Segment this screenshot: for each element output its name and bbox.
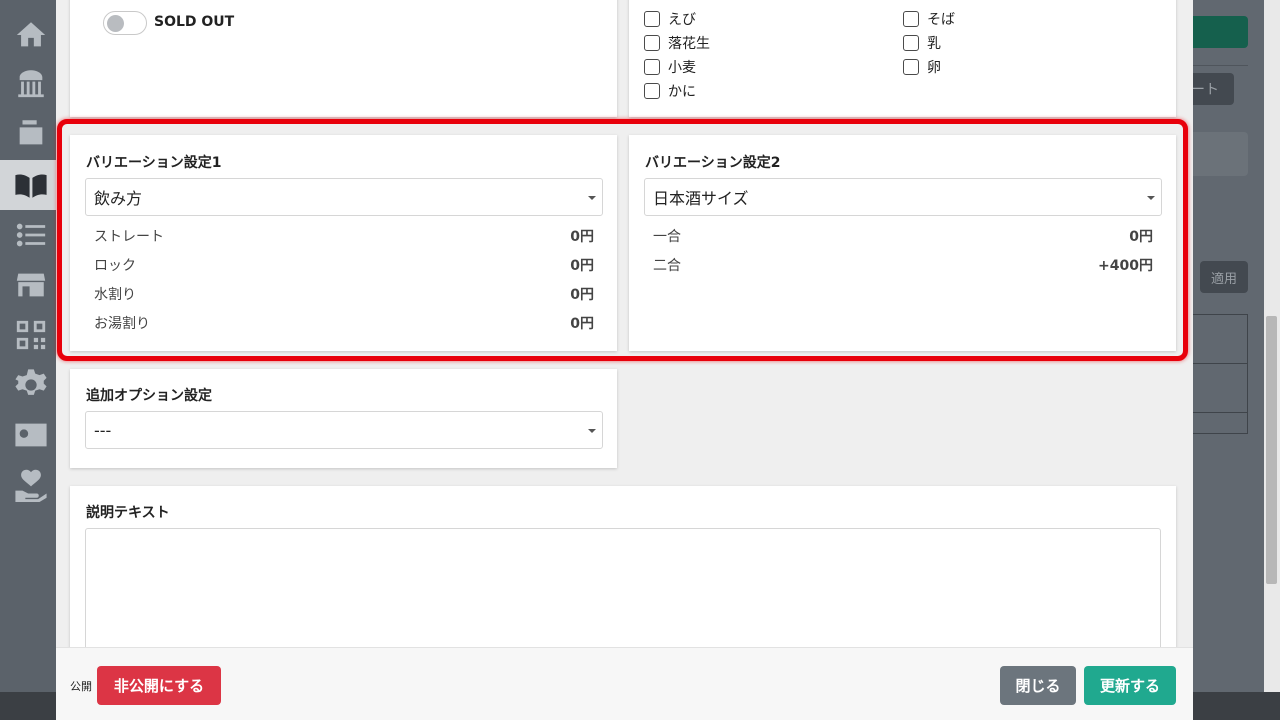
variation-price: 0円 [570, 229, 594, 245]
checkbox-box[interactable] [644, 11, 660, 27]
chevron-down-icon [588, 429, 596, 433]
unpublish-button[interactable]: 非公開にする [97, 666, 221, 705]
variation2-row: 一合 0円 [653, 226, 1153, 246]
allergen-checkbox-ebi[interactable]: えび [644, 9, 696, 29]
register-icon[interactable] [14, 116, 48, 150]
scrollbar-thumb[interactable] [1266, 316, 1277, 584]
checkbox-box[interactable] [644, 59, 660, 75]
list-icon[interactable] [14, 218, 48, 252]
options-card: 追加オプション設定 --- [70, 369, 617, 468]
modal-footer: 公開 非公開にする 閉じる 更新する [56, 647, 1193, 720]
allergen-checkbox-soba[interactable]: そば [903, 9, 955, 29]
checkbox-box[interactable] [644, 35, 660, 51]
background-apply-label: 適用 [1210, 271, 1237, 287]
allergen-checkbox-egg[interactable]: 卵 [903, 57, 941, 77]
menu-book-icon [14, 168, 48, 202]
variation-price: 0円 [1129, 229, 1153, 245]
variation2-select[interactable]: 日本酒サイズ [644, 178, 1162, 216]
id-card-icon[interactable] [14, 418, 48, 452]
description-title: 説明テキスト [86, 505, 170, 521]
variation-name: 一合 [653, 229, 681, 245]
allergen-card: えび そば 落花生 乳 小麦 卵 かに [629, 0, 1176, 117]
variation-name: 二合 [653, 258, 681, 274]
allergen-checkbox-peanut[interactable]: 落花生 [644, 33, 710, 53]
checkbox-box[interactable] [644, 83, 660, 99]
sidebar-item-menu-active[interactable] [0, 160, 56, 210]
variation-name: 水割り [94, 287, 136, 303]
allergen-label: 乳 [927, 36, 941, 52]
update-button[interactable]: 更新する [1084, 666, 1176, 705]
store-icon[interactable] [14, 66, 48, 100]
background-apply-button: 適用 [1200, 261, 1248, 293]
background-table [1193, 314, 1248, 434]
background-divider [1193, 65, 1248, 66]
checkbox-box[interactable] [903, 35, 919, 51]
variation-price: 0円 [570, 258, 594, 274]
variation1-row: お湯割り 0円 [94, 313, 594, 333]
variation1-select[interactable]: 飲み方 [85, 178, 603, 216]
gear-icon[interactable] [14, 368, 48, 402]
variation2-card: バリエーション設定2 日本酒サイズ 一合 0円 二合 +400円 [629, 135, 1176, 351]
variation-price: +400円 [1098, 258, 1153, 274]
variation-price: 0円 [570, 316, 594, 332]
allergen-label: 小麦 [668, 60, 696, 76]
checkbox-box[interactable] [903, 59, 919, 75]
allergen-label: 落花生 [668, 36, 710, 52]
variation-name: ストレート [94, 229, 164, 245]
variation1-selected-value: 飲み方 [94, 189, 143, 208]
public-label: 公開 [70, 680, 92, 693]
app-sidebar [0, 0, 56, 720]
variation-name: ロック [94, 258, 136, 274]
variation1-row: ストレート 0円 [94, 226, 594, 246]
hand-heart-icon[interactable] [14, 468, 48, 502]
chevron-down-icon [588, 196, 596, 200]
allergen-checkbox-wheat[interactable]: 小麦 [644, 57, 696, 77]
allergen-checkbox-crab[interactable]: かに [644, 81, 696, 101]
variation2-selected-value: 日本酒サイズ [653, 189, 749, 208]
allergen-label: 卵 [927, 60, 941, 76]
allergen-label: そば [927, 12, 955, 28]
qr-code-icon[interactable] [14, 318, 48, 352]
toggle-knob [107, 15, 124, 32]
background-export-label: ート [1191, 82, 1219, 98]
variation2-title: バリエーション設定2 [645, 155, 781, 171]
soldout-toggle[interactable] [103, 11, 147, 35]
home-icon[interactable] [14, 18, 48, 52]
variation2-row: 二合 +400円 [653, 255, 1153, 275]
variation1-row: ロック 0円 [94, 255, 594, 275]
options-title: 追加オプション設定 [86, 388, 212, 404]
chevron-down-icon [1147, 196, 1155, 200]
variation1-row: 水割り 0円 [94, 284, 594, 304]
close-button[interactable]: 閉じる [1000, 666, 1076, 705]
soldout-card: SOLD OUT [70, 0, 617, 117]
variation1-card: バリエーション設定1 飲み方 ストレート 0円 ロック 0円 水割り 0円 お湯割り 0… [70, 135, 617, 351]
allergen-checkbox-milk[interactable]: 乳 [903, 33, 941, 53]
variation-name: お湯割り [94, 316, 150, 332]
allergen-label: えび [668, 12, 696, 28]
allergen-label: かに [668, 84, 696, 100]
options-selected-value: --- [94, 420, 112, 440]
shop-icon[interactable] [14, 268, 48, 302]
variation1-title: バリエーション設定1 [86, 155, 222, 171]
checkbox-box[interactable] [903, 11, 919, 27]
soldout-label: SOLD OUT [154, 14, 235, 30]
variation-price: 0円 [570, 287, 594, 303]
options-select[interactable]: --- [85, 411, 603, 449]
background-green-button [1193, 16, 1248, 48]
background-input-block [1193, 132, 1248, 176]
edit-menu-modal: SOLD OUT えび そば 落花生 乳 小麦 卵 かに バリエーション設定1 … [56, 0, 1193, 720]
